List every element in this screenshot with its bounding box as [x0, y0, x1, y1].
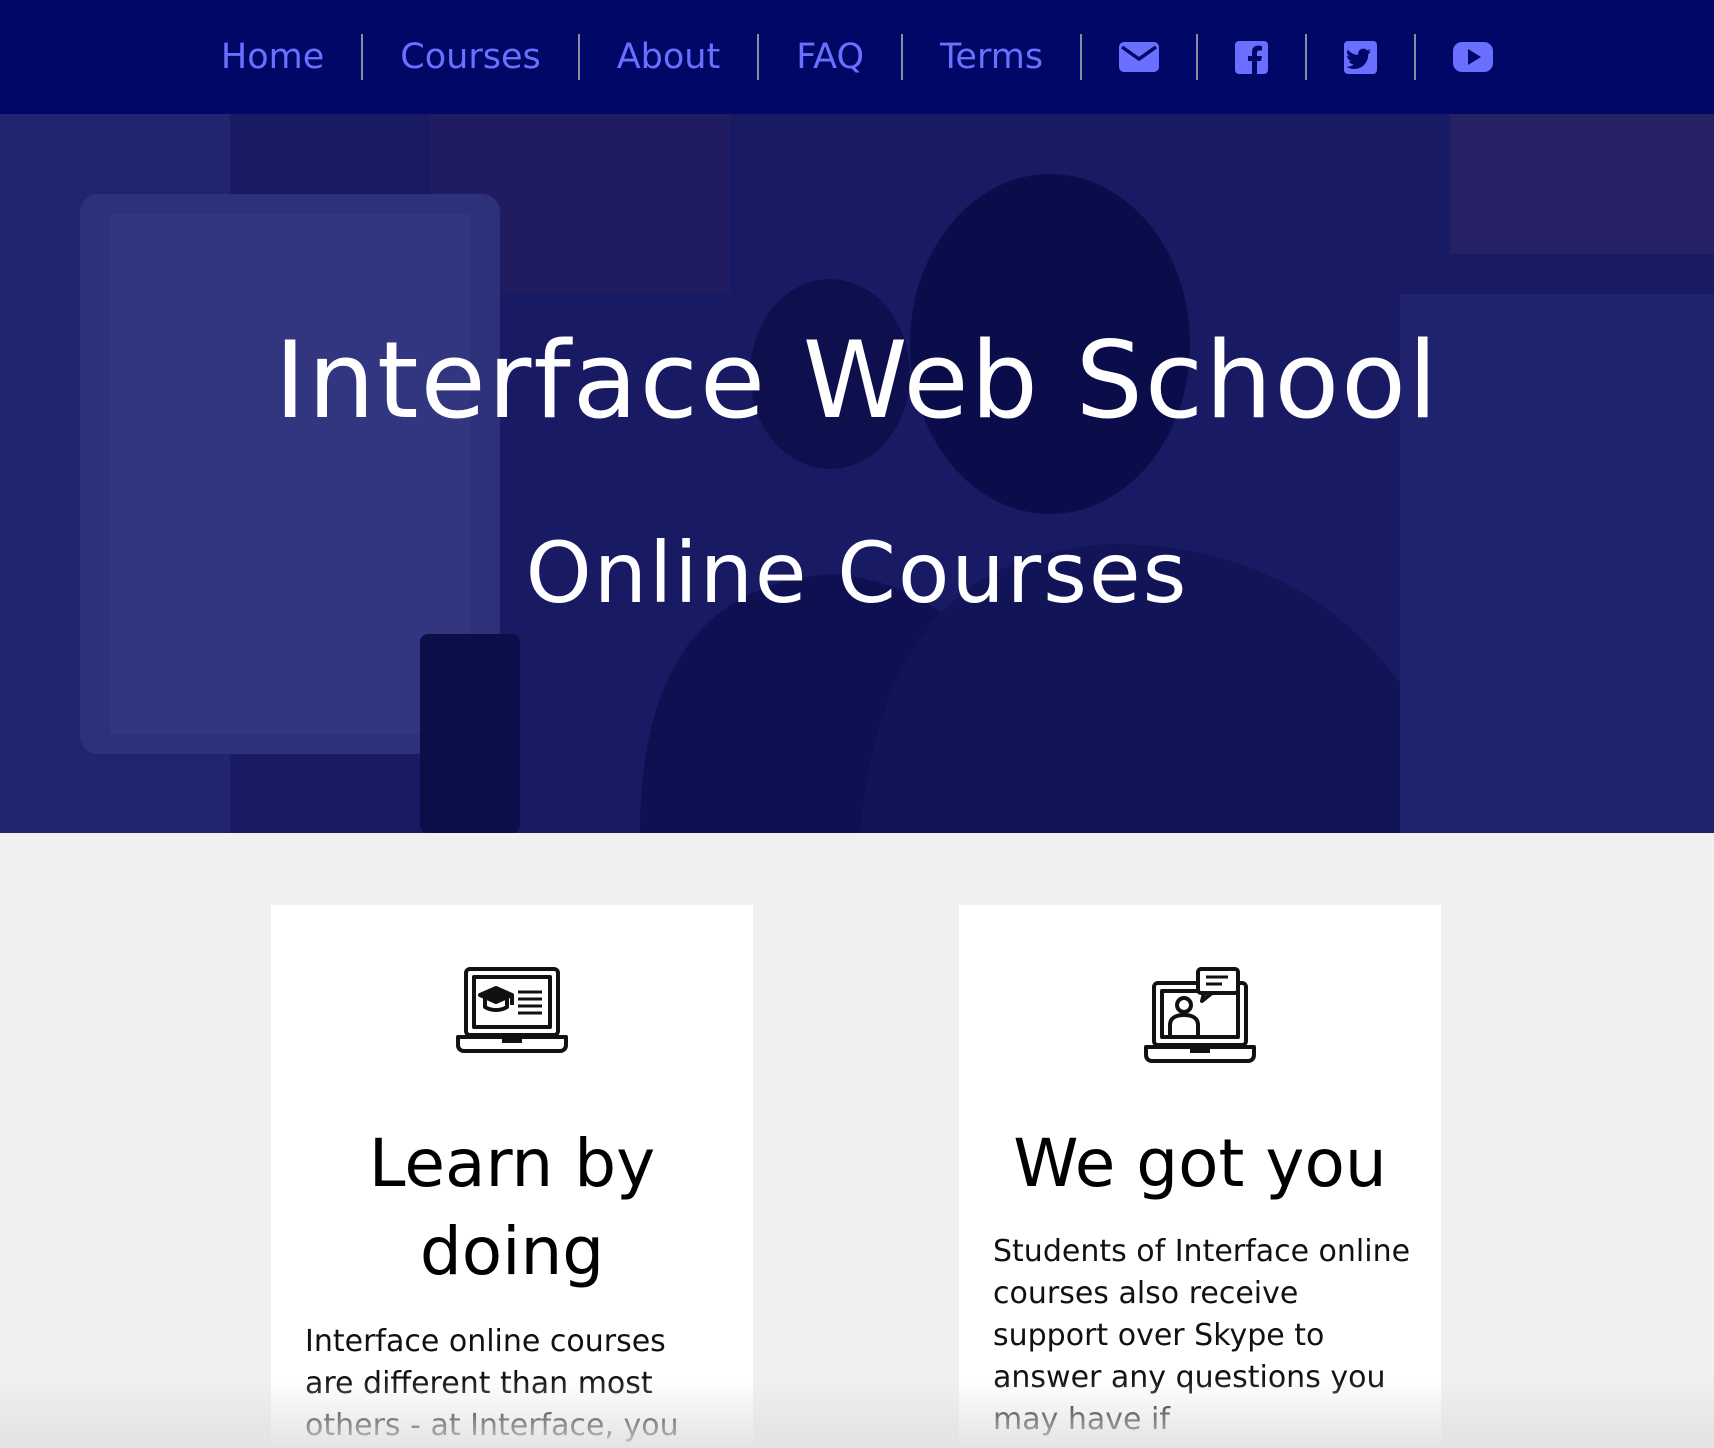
nav-terms-link[interactable]: Terms — [903, 34, 1080, 80]
top-nav: Home Courses About FAQ Terms — [0, 0, 1714, 114]
twitter-icon[interactable] — [1307, 34, 1414, 80]
feature-card-support: We got you Students of Interface online … — [959, 905, 1441, 1448]
nav-home-link[interactable]: Home — [184, 34, 361, 80]
nav-about-link[interactable]: About — [580, 34, 757, 80]
card-title: We got you — [1013, 1125, 1387, 1202]
page: Home Courses About FAQ Terms Interface W… — [0, 0, 1714, 1448]
hero-subtitle: Online Courses — [525, 524, 1189, 622]
card-title: Learn by doing — [368, 1125, 656, 1290]
hero-title: Interface Web School — [274, 319, 1440, 442]
facebook-icon[interactable] — [1198, 34, 1305, 80]
hero-overlay — [0, 114, 1714, 833]
bottom-fade — [0, 1378, 1714, 1448]
laptop-graduation-icon — [271, 965, 753, 1055]
hero-banner: Interface Web School Online Courses — [0, 114, 1714, 833]
envelope-icon[interactable] — [1082, 34, 1196, 80]
feature-card-learn: Learn by doing Interface online courses … — [271, 905, 753, 1448]
nav-courses-link[interactable]: Courses — [363, 34, 577, 80]
laptop-video-chat-icon — [959, 965, 1441, 1065]
youtube-icon[interactable] — [1416, 34, 1530, 80]
nav-faq-link[interactable]: FAQ — [759, 34, 901, 80]
